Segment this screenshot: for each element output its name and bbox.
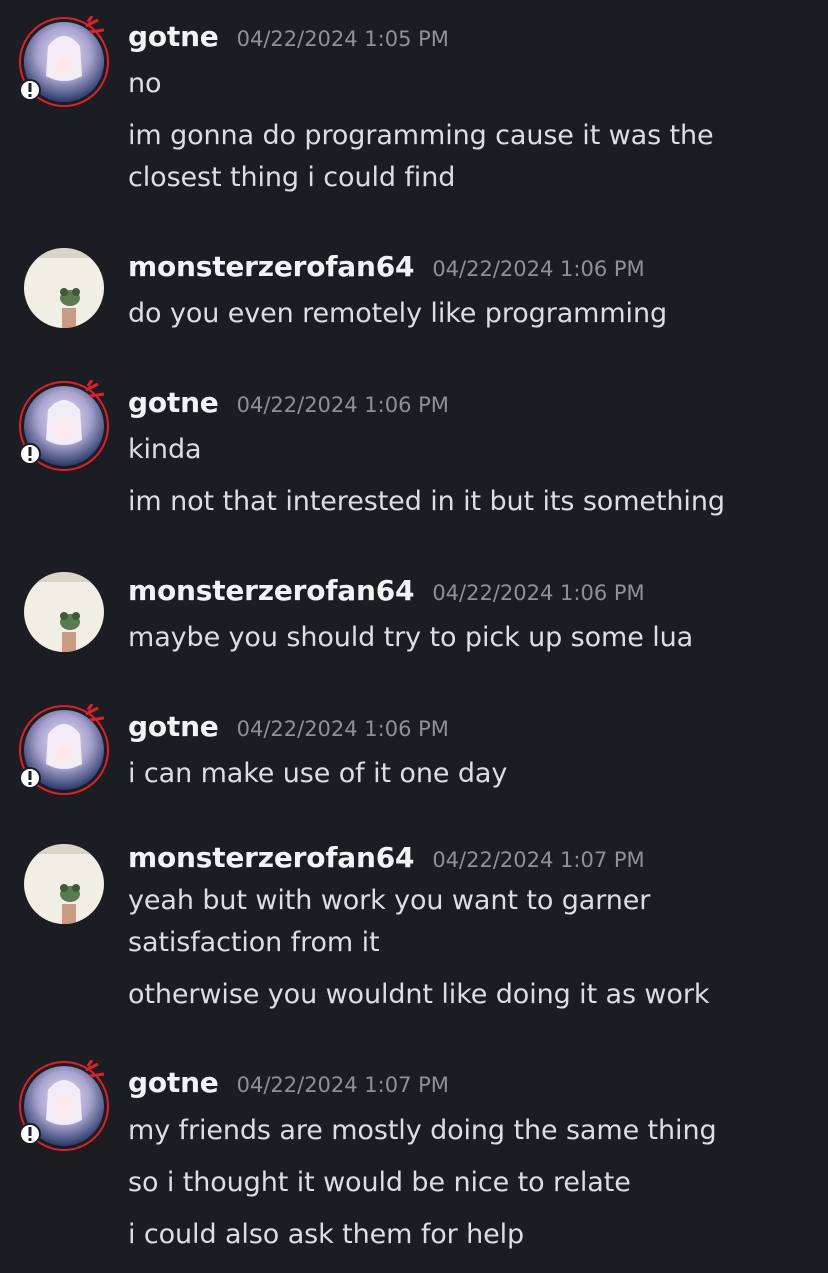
username[interactable]: gotne — [128, 1066, 219, 1099]
username[interactable]: gotne — [128, 20, 219, 53]
message-text: satisfaction from it — [128, 927, 380, 958]
message-text: so i thought it would be nice to relate — [128, 1167, 631, 1198]
exclamation-badge-icon — [19, 443, 41, 465]
message-text: no — [128, 68, 162, 99]
message-text: closest thing i could find — [128, 162, 456, 193]
user-avatar-gotne[interactable] — [19, 704, 109, 795]
message-header: gotne 04/22/2024 1:06 PM — [128, 386, 449, 422]
message-header: gotne 04/22/2024 1:07 PM — [128, 1066, 449, 1102]
exclamation-badge-icon — [19, 1123, 41, 1145]
user-avatar-monsterzerofan64[interactable] — [24, 572, 104, 652]
frog-avatar-icon — [24, 844, 104, 924]
message-text: kinda — [128, 434, 202, 465]
message-header: gotne 04/22/2024 1:05 PM — [128, 20, 449, 56]
timestamp: 04/22/2024 1:06 PM — [236, 717, 449, 741]
user-avatar-monsterzerofan64[interactable] — [24, 248, 104, 328]
timestamp: 04/22/2024 1:07 PM — [236, 1073, 449, 1097]
username[interactable]: monsterzerofan64 — [128, 574, 415, 607]
timestamp: 04/22/2024 1:06 PM — [236, 393, 449, 417]
message-text: im not that interested in it but its som… — [128, 486, 725, 517]
message-text: otherwise you wouldnt like doing it as w… — [128, 979, 710, 1010]
message-header: gotne 04/22/2024 1:06 PM — [128, 710, 449, 746]
username[interactable]: monsterzerofan64 — [128, 250, 415, 283]
timestamp: 04/22/2024 1:06 PM — [432, 581, 645, 605]
timestamp: 04/22/2024 1:06 PM — [432, 257, 645, 281]
message-text: yeah but with work you want to garner — [128, 885, 651, 916]
timestamp: 04/22/2024 1:05 PM — [236, 27, 449, 51]
username[interactable]: gotne — [128, 386, 219, 419]
message-header: monsterzerofan64 04/22/2024 1:07 PM — [128, 841, 645, 877]
username[interactable]: monsterzerofan64 — [128, 841, 415, 874]
user-avatar-gotne[interactable] — [19, 380, 109, 471]
message-header: monsterzerofan64 04/22/2024 1:06 PM — [128, 574, 645, 610]
message-text: do you even remotely like programming — [128, 298, 668, 329]
message-text: i can make use of it one day — [128, 758, 508, 789]
frog-avatar-icon — [24, 572, 104, 652]
username[interactable]: gotne — [128, 710, 219, 743]
user-avatar-gotne[interactable] — [19, 1060, 109, 1151]
message-text: im gonna do programming cause it was the — [128, 120, 714, 151]
message-text: my friends are mostly doing the same thi… — [128, 1115, 717, 1146]
timestamp: 04/22/2024 1:07 PM — [432, 848, 645, 872]
message-header: monsterzerofan64 04/22/2024 1:06 PM — [128, 250, 645, 286]
exclamation-badge-icon — [19, 767, 41, 789]
user-avatar-gotne[interactable] — [19, 16, 109, 107]
frog-avatar-icon — [24, 248, 104, 328]
user-avatar-monsterzerofan64[interactable] — [24, 844, 104, 924]
message-text: i could also ask them for help — [128, 1219, 525, 1250]
message-text: maybe you should try to pick up some lua — [128, 622, 694, 653]
exclamation-badge-icon — [19, 79, 41, 101]
